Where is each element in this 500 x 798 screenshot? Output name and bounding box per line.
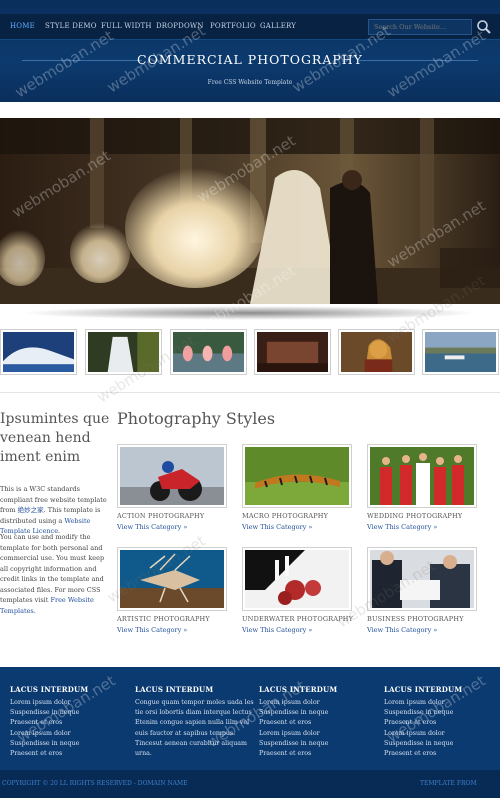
card-link-artistic[interactable]: View This Category » bbox=[117, 626, 187, 634]
footer-item[interactable]: Praesent et eros bbox=[384, 718, 500, 728]
card-title-business: BUSINESS PHOTOGRAPHY bbox=[367, 615, 464, 623]
card-title-underwater: UNDERWATER PHOTOGRAPHY bbox=[242, 615, 354, 623]
card-image-action[interactable] bbox=[117, 444, 227, 508]
sidebar-text: . bbox=[33, 606, 36, 615]
sidebar-paragraph-1: This is a W3C standards compliant free w… bbox=[0, 484, 114, 537]
footer-item[interactable]: Lorem ipsum dolor bbox=[10, 698, 128, 708]
card-title-action: ACTION PHOTOGRAPHY bbox=[117, 512, 205, 520]
card-image-business[interactable] bbox=[367, 547, 477, 611]
footer-text: Tincesut aenean curabitur aliquam bbox=[135, 739, 247, 747]
footer-item[interactable]: Praesent et eros bbox=[10, 749, 128, 759]
footer-text: urna. bbox=[135, 750, 152, 758]
hero-image bbox=[0, 118, 500, 304]
footer-item[interactable]: Lorem ipsum dolor bbox=[259, 698, 377, 708]
copyright-text: COPYRIGHT © 20 LL RIGHTS RESERVED - DOMA… bbox=[2, 780, 188, 787]
footer-item[interactable]: Lorem ipsum dolor bbox=[384, 698, 500, 708]
card-image-underwater[interactable] bbox=[242, 547, 352, 611]
nav-full-width[interactable]: FULL WIDTH bbox=[101, 22, 152, 30]
footer-item[interactable]: Suspendisse in neque bbox=[10, 708, 128, 718]
nav-gallery[interactable]: GALLERY bbox=[260, 22, 296, 30]
thumbnail-5[interactable] bbox=[338, 329, 415, 375]
styles-heading: Photography Styles bbox=[117, 409, 276, 428]
thumbnail-6[interactable] bbox=[422, 329, 499, 375]
sidebar-heading: Ipsumintes que venean hend iment enim bbox=[0, 411, 110, 465]
card-image-macro[interactable] bbox=[242, 444, 352, 508]
footer-heading: LACUS INTERDUM bbox=[259, 685, 338, 694]
footer-column-1: LACUS INTERDUM Lorem ipsum dolor Suspend… bbox=[10, 685, 128, 759]
search-icon bbox=[477, 20, 491, 34]
thumbnail-2[interactable] bbox=[85, 329, 162, 375]
footer-item[interactable]: Suspendisse in neque bbox=[259, 739, 377, 749]
card-image-wedding[interactable] bbox=[367, 444, 477, 508]
footer-item[interactable]: Praesent et eros bbox=[259, 749, 377, 759]
hero-shadow bbox=[20, 306, 480, 320]
card-link-underwater[interactable]: View This Category » bbox=[242, 626, 312, 634]
footer-item[interactable]: Suspendisse in neque bbox=[384, 739, 500, 749]
content-divider bbox=[0, 392, 500, 393]
footer-item[interactable]: Suspendisse in neque bbox=[10, 739, 128, 749]
sidebar-text: You can use and modify the template for … bbox=[0, 533, 105, 604]
footer-text: tie orsi lobortis diam interque lectus bbox=[135, 709, 252, 717]
footer-text: Etenim congue sapien nulla lilm vel bbox=[135, 719, 250, 727]
footer-item[interactable]: Praesent et eros bbox=[259, 718, 377, 728]
thumbnail-1[interactable] bbox=[0, 329, 77, 375]
card-link-wedding[interactable]: View This Category » bbox=[367, 523, 437, 531]
footer-heading: LACUS INTERDUM bbox=[10, 685, 89, 694]
card-link-macro[interactable]: View This Category » bbox=[242, 523, 312, 531]
thumbnail-3[interactable] bbox=[170, 329, 247, 375]
footer-column-3: LACUS INTERDUM Lorem ipsum dolor Suspend… bbox=[259, 685, 377, 759]
footer-item[interactable]: Lorem ipsum dolor bbox=[10, 729, 128, 739]
card-title-wedding: WEDDING PHOTOGRAPHY bbox=[367, 512, 463, 520]
sidebar-paragraph-2: You can use and modify the template for … bbox=[0, 532, 114, 616]
site-subtitle: Free CSS Website Template bbox=[207, 79, 293, 86]
nav-style-demo[interactable]: STYLE DEMO bbox=[45, 22, 97, 30]
card-link-action[interactable]: View This Category » bbox=[117, 523, 187, 531]
footer-heading: LACUS INTERDUM bbox=[384, 685, 463, 694]
card-image-artistic[interactable] bbox=[117, 547, 227, 611]
footer-item[interactable]: Praesent et eros bbox=[10, 718, 128, 728]
footer-item[interactable]: Lorem ipsum dolor bbox=[384, 729, 500, 739]
footer-text: euis fauctor at sapibus tempus. bbox=[135, 729, 236, 737]
title-divider-right bbox=[358, 60, 478, 61]
search-button[interactable] bbox=[475, 18, 493, 36]
template-credit-link[interactable]: TEMPLATE FROM bbox=[420, 780, 477, 787]
footer-column-4: LACUS INTERDUM Lorem ipsum dolor Suspend… bbox=[384, 685, 500, 759]
footer-text: Congue quam tempor moles uada les bbox=[135, 699, 254, 706]
footer-heading: LACUS INTERDUM bbox=[135, 685, 214, 694]
footer-item[interactable]: Lorem ipsum dolor bbox=[259, 729, 377, 739]
nav-portfolio[interactable]: PORTFOLIO bbox=[210, 22, 256, 30]
search-input[interactable] bbox=[368, 19, 472, 35]
footer-column-2: LACUS INTERDUM Congue quam tempor moles … bbox=[135, 685, 255, 759]
site-link[interactable]: 绝妙之家 bbox=[18, 506, 44, 514]
footer-item[interactable]: Praesent et eros bbox=[384, 749, 500, 759]
footer-item[interactable]: Suspendisse in neque bbox=[259, 708, 377, 718]
card-title-macro: MACRO PHOTOGRAPHY bbox=[242, 512, 329, 520]
nav-dropdown[interactable]: DROPDOWN bbox=[156, 22, 204, 30]
card-title-artistic: ARTISTIC PHOTOGRAPHY bbox=[117, 615, 210, 623]
nav-home[interactable]: HOME bbox=[10, 22, 35, 30]
card-link-business[interactable]: View This Category » bbox=[367, 626, 437, 634]
thumbnail-4[interactable] bbox=[254, 329, 331, 375]
footer-item[interactable]: Suspendisse in neque bbox=[384, 708, 500, 718]
